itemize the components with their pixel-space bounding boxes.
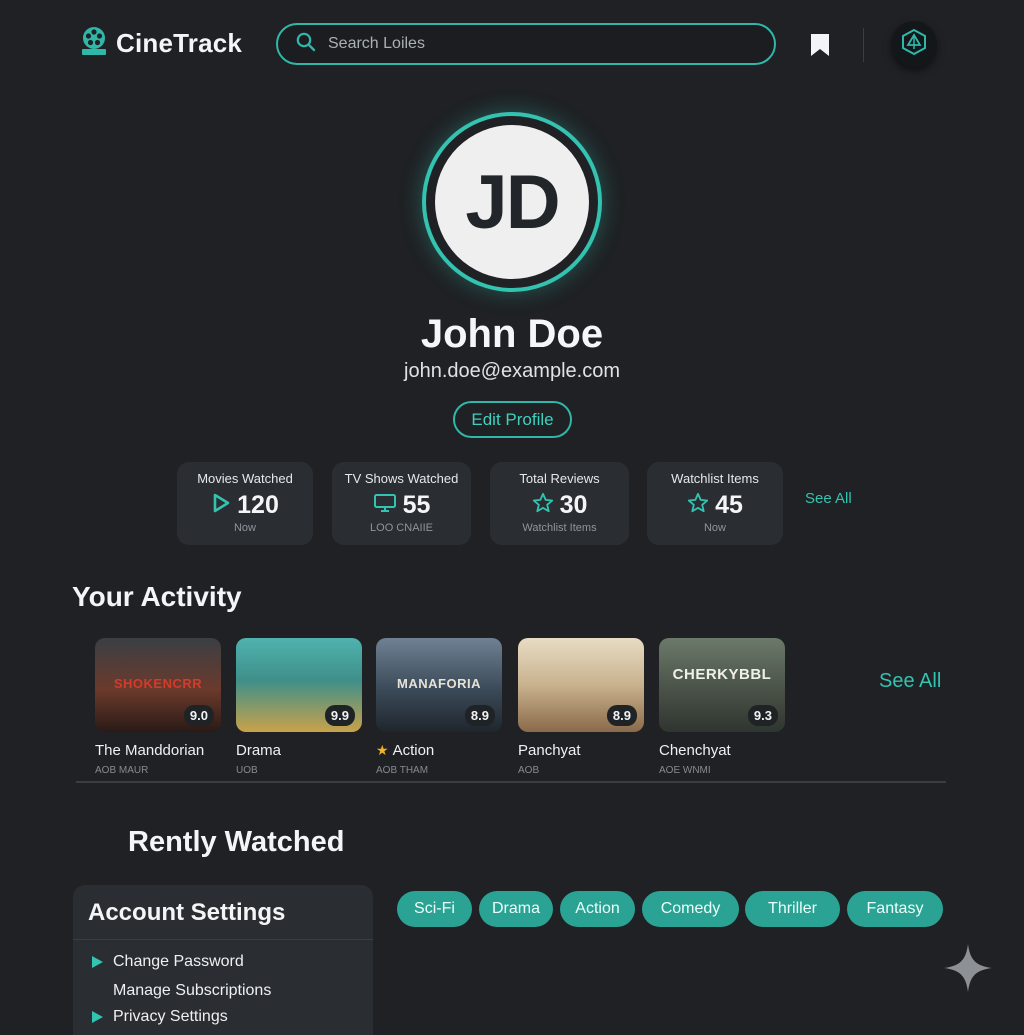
stat-label: Movies Watched bbox=[197, 471, 293, 486]
stat-label: Watchlist Items bbox=[671, 471, 759, 486]
activity-card[interactable]: MANAFORIA 8.9 ★ Action AOB THAM bbox=[376, 638, 502, 776]
hexagon-logo-icon bbox=[900, 28, 928, 61]
profile-email: john.doe@example.com bbox=[404, 360, 620, 382]
stat-label: TV Shows Watched bbox=[344, 471, 459, 486]
search-bar[interactable] bbox=[276, 23, 776, 65]
arrow-right-icon bbox=[92, 1011, 103, 1023]
film-reel-icon bbox=[80, 26, 108, 61]
panel-divider bbox=[73, 939, 373, 940]
poster-image: SHOKENCRR 9.0 bbox=[95, 638, 221, 732]
poster-image: 8.9 bbox=[518, 638, 644, 732]
star-icon bbox=[532, 492, 554, 519]
genre-chip-drama[interactable]: Drama bbox=[479, 891, 553, 927]
arrow-placeholder bbox=[92, 985, 103, 997]
arrow-right-icon bbox=[92, 956, 103, 968]
star-icon bbox=[687, 492, 709, 519]
genre-chip-action[interactable]: Action bbox=[560, 891, 635, 927]
activity-card[interactable]: 9.9 Drama UOB bbox=[236, 638, 362, 776]
genre-chip-thriller[interactable]: Thriller bbox=[745, 891, 840, 927]
edit-profile-button[interactable]: Edit Profile bbox=[453, 401, 572, 438]
rating-badge: 8.9 bbox=[464, 705, 495, 726]
poster-text: MANAFORIA bbox=[397, 676, 481, 691]
profile-initials: JD bbox=[435, 125, 589, 279]
stat-card-reviews[interactable]: Total Reviews 30 Watchlist Items bbox=[490, 462, 629, 545]
card-meta: AOB bbox=[518, 765, 540, 776]
user-menu-avatar[interactable] bbox=[891, 21, 937, 67]
profile-name: John Doe bbox=[420, 312, 604, 356]
card-title: Drama bbox=[236, 742, 282, 759]
stat-sub: Watchlist Items bbox=[522, 522, 597, 534]
star-icon: ★ bbox=[376, 742, 389, 758]
rating-badge: 9.0 bbox=[183, 705, 214, 726]
poster-image: CHERKYBBL 9.3 bbox=[659, 638, 785, 732]
rating-badge: 8.9 bbox=[606, 705, 637, 726]
activity-card[interactable]: CHERKYBBL 9.3 Chenchyat AOE WNMI bbox=[659, 638, 785, 776]
stat-value: 120 bbox=[237, 491, 279, 519]
profile-avatar: JD bbox=[422, 112, 602, 292]
account-settings-title: Account Settings bbox=[88, 899, 286, 926]
activity-card[interactable]: 8.9 Panchyat AOB bbox=[518, 638, 644, 776]
stat-sub: Now bbox=[233, 522, 256, 534]
card-title: The Manddorian bbox=[95, 742, 205, 759]
setting-label: Privacy Settings bbox=[113, 1008, 228, 1025]
card-title: Panchyat bbox=[518, 742, 581, 759]
stat-card-watchlist[interactable]: Watchlist Items 45 Now bbox=[647, 462, 783, 545]
genre-chip-scifi[interactable]: Sci-Fi bbox=[397, 891, 472, 927]
card-title: Chenchyat bbox=[659, 742, 731, 759]
setting-manage-subscriptions[interactable]: Manage Subscriptions bbox=[92, 982, 271, 1000]
bookmark-icon[interactable] bbox=[808, 32, 832, 63]
rating-badge: 9.9 bbox=[324, 705, 355, 726]
setting-change-password[interactable]: Change Password bbox=[92, 953, 244, 971]
rating-badge: 9.3 bbox=[747, 705, 778, 726]
search-icon bbox=[296, 32, 316, 57]
monitor-icon bbox=[373, 493, 397, 518]
search-input[interactable] bbox=[326, 34, 750, 54]
play-icon bbox=[211, 492, 231, 519]
card-meta: UOB bbox=[236, 765, 258, 776]
card-title: Action bbox=[392, 742, 435, 759]
card-meta: AOB THAM bbox=[376, 765, 429, 776]
app-logo[interactable]: CineTrack bbox=[80, 26, 242, 61]
stat-sub: LOO CNAIIE bbox=[370, 522, 433, 534]
activity-section-title: Your Activity bbox=[72, 581, 242, 612]
stat-label: Total Reviews bbox=[519, 471, 600, 486]
stat-card-movies[interactable]: Movies Watched 120 Now bbox=[177, 462, 313, 545]
poster-image: MANAFORIA 8.9 bbox=[376, 638, 502, 732]
stat-value: 45 bbox=[715, 491, 743, 519]
genre-chip-comedy[interactable]: Comedy bbox=[642, 891, 739, 927]
sparkle-icon bbox=[942, 942, 994, 999]
section-divider bbox=[76, 781, 946, 783]
setting-privacy[interactable]: Privacy Settings bbox=[92, 1008, 228, 1026]
poster-text: SHOKENCRR bbox=[113, 676, 203, 691]
poster-text: CHERKYBBL bbox=[672, 666, 772, 683]
setting-label: Manage Subscriptions bbox=[113, 982, 272, 999]
stat-value: 30 bbox=[559, 491, 588, 519]
header-divider bbox=[863, 28, 864, 62]
stat-card-tv-shows[interactable]: TV Shows Watched 55 LOO CNAIIE bbox=[332, 462, 471, 545]
setting-label: Change Password bbox=[113, 953, 244, 970]
genre-chip-fantasy[interactable]: Fantasy bbox=[847, 891, 943, 927]
stat-sub: Now bbox=[703, 522, 726, 534]
stat-value: 55 bbox=[402, 491, 431, 519]
activity-card[interactable]: SHOKENCRR 9.0 The Manddorian AOB MAUR bbox=[95, 638, 221, 776]
card-meta: AOB MAUR bbox=[95, 765, 149, 776]
poster-image: 9.9 bbox=[236, 638, 362, 732]
app-brand-name: CineTrack bbox=[116, 28, 243, 58]
recently-watched-title: Rently Watched bbox=[128, 826, 345, 858]
activity-see-all-link[interactable]: See All bbox=[879, 670, 941, 693]
stats-see-all-link[interactable]: See All bbox=[805, 490, 852, 507]
card-meta: AOE WNMI bbox=[659, 765, 711, 776]
